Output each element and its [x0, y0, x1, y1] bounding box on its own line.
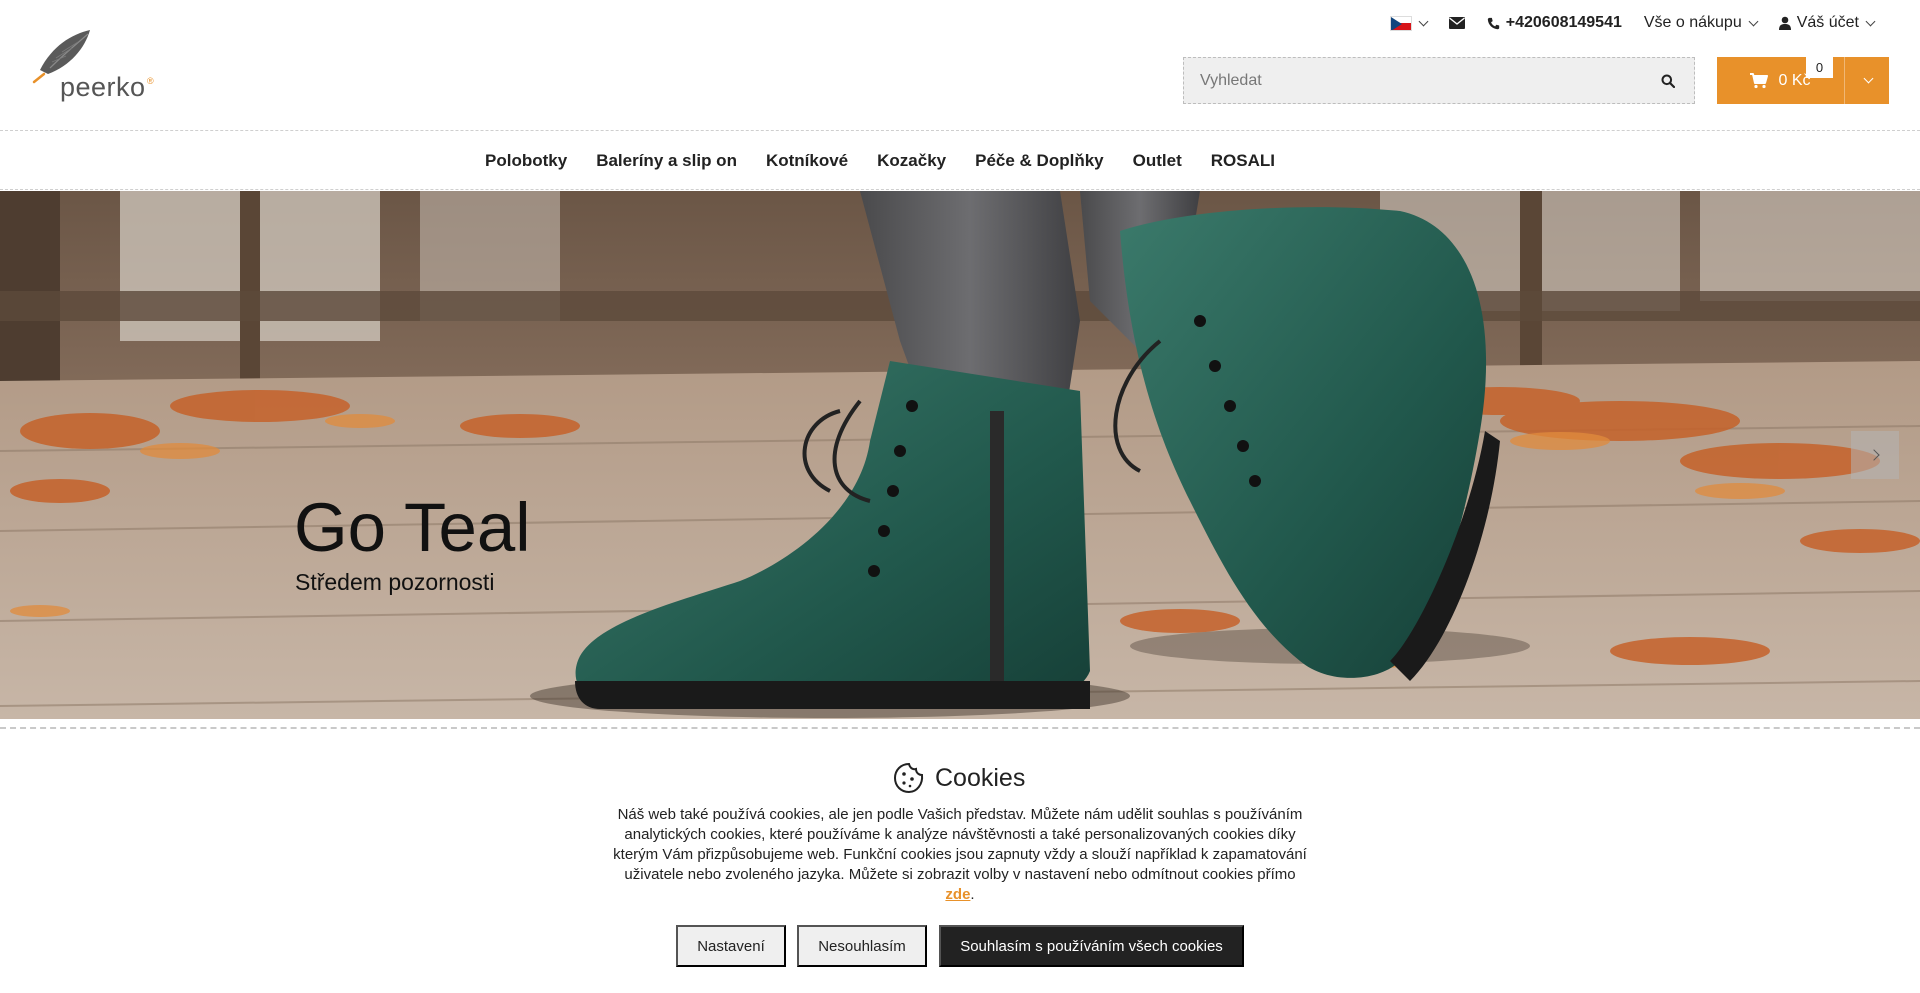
- account-label: Váš účet: [1796, 14, 1859, 31]
- topbar: +420608149541 Vše o nákupu Váš účet: [1389, 12, 1876, 34]
- cookie-settings-button[interactable]: Nastavení: [676, 925, 786, 967]
- cookie-consent-panel: Cookies Náš web také používá cookies, al…: [0, 727, 1920, 993]
- chevron-down-icon: [1863, 73, 1873, 84]
- hero-banner[interactable]: Go Teal Středem pozornosti: [0, 191, 1920, 719]
- site-header: peerko ® +420608149541 Vše o nákupu Váš …: [0, 0, 1920, 131]
- phone-number: +420608149541: [1505, 14, 1622, 31]
- main-navigation: Polobotky Baleríny a slip on Kotníkové K…: [0, 132, 1920, 190]
- chevron-down-icon: [1865, 16, 1876, 26]
- shopping-info-label: Vše o nákupu: [1643, 14, 1742, 31]
- brand-reg: ®: [147, 76, 154, 86]
- nav-item-baleriny[interactable]: Baleríny a slip on: [596, 151, 737, 171]
- nav-item-kozacky[interactable]: Kozačky: [877, 151, 946, 171]
- search-button[interactable]: [1642, 58, 1694, 103]
- user-icon: [1778, 16, 1791, 30]
- nav-item-polobotky[interactable]: Polobotky: [485, 151, 567, 171]
- carousel-next-button[interactable]: [1851, 431, 1899, 479]
- nav-list: Polobotky Baleríny a slip on Kotníkové K…: [485, 151, 1275, 171]
- hero-title: Go Teal: [294, 489, 531, 566]
- cart-widget: 0 Kč 0: [1717, 56, 1889, 104]
- search-icon: [1661, 74, 1675, 88]
- email-link[interactable]: [1448, 17, 1465, 29]
- logo[interactable]: peerko ®: [30, 26, 162, 106]
- cookie-icon: [893, 762, 924, 794]
- cookie-description: Náš web také používá cookies, ale jen po…: [610, 805, 1310, 905]
- phone-icon: [1487, 17, 1499, 29]
- cart-button[interactable]: 0 Kč 0: [1717, 56, 1845, 104]
- cookie-text-suffix: .: [970, 886, 975, 903]
- nav-item-pece[interactable]: Péče & Doplňky: [975, 151, 1104, 171]
- cookie-accept-button[interactable]: Souhlasím s používáním všech cookies: [939, 925, 1244, 967]
- nav-item-rosali[interactable]: ROSALI: [1211, 151, 1275, 171]
- cookie-decline-button[interactable]: Nesouhlasím: [797, 925, 927, 967]
- chevron-down-icon: [1418, 16, 1429, 26]
- cart-dropdown-toggle[interactable]: [1845, 57, 1889, 104]
- cookie-title: Cookies: [935, 763, 1026, 792]
- shopping-info-menu[interactable]: Vše o nákupu: [1643, 14, 1759, 32]
- brand-name: peerko: [60, 72, 146, 102]
- nav-item-outlet[interactable]: Outlet: [1133, 151, 1182, 171]
- cart-icon: [1750, 72, 1769, 88]
- chevron-down-icon: [1748, 16, 1759, 26]
- cookie-header: Cookies: [893, 762, 1025, 794]
- czech-flag-icon: [1389, 15, 1412, 31]
- search-input[interactable]: [1184, 58, 1644, 103]
- phone-link[interactable]: +420608149541: [1487, 14, 1622, 32]
- cookie-text: Náš web také používá cookies, ale jen po…: [613, 806, 1307, 883]
- language-selector[interactable]: [1389, 15, 1429, 31]
- account-menu[interactable]: Váš účet: [1778, 14, 1876, 32]
- hero-subtitle: Středem pozornosti: [295, 569, 495, 595]
- cookie-decline-link[interactable]: zde: [945, 886, 970, 903]
- nav-item-kotnikove[interactable]: Kotníkové: [766, 151, 848, 171]
- cart-count-badge: 0: [1806, 56, 1833, 78]
- hero-image: [0, 191, 1920, 719]
- envelope-icon: [1448, 17, 1465, 29]
- search-box: [1183, 57, 1695, 104]
- chevron-right-icon: [1867, 449, 1880, 461]
